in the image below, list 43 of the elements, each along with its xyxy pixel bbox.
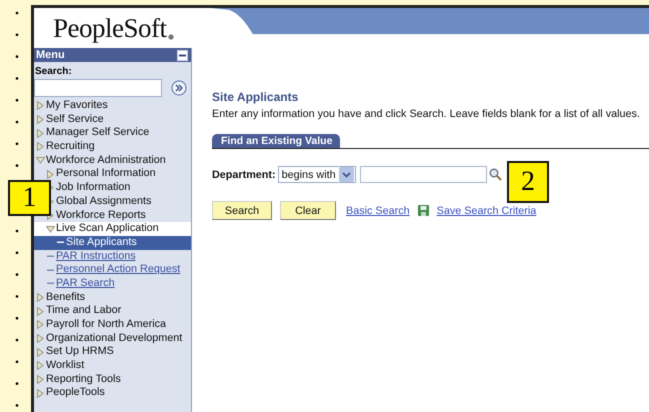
menu-item[interactable]: Time and Labor [34,304,191,318]
instructions-text: Enter any information you have and click Search. Leave fields blank for a list of all values. [212,108,641,120]
menu-item[interactable]: Benefits [34,290,191,304]
search-tab[interactable]: Find an Existing Value [212,134,340,148]
search-label: Search: [34,65,73,77]
collapse-icon[interactable] [177,50,188,60]
department-field[interactable] [360,166,487,183]
menu-link[interactable]: PAR Search [34,276,191,291]
menu-link[interactable]: Site Applicants [34,236,191,250]
menu-link[interactable]: PAR Instructions [34,250,191,264]
basic-search-link[interactable]: Basic Search [346,204,410,216]
clear-button[interactable]: Clear [280,201,336,220]
menu-item[interactable]: Payroll for North America [34,318,191,332]
callout-tooltip: 1 [8,180,51,216]
department-label: Department: [212,168,276,180]
menu-search-field[interactable] [34,79,162,97]
menu-item[interactable]: Manager Self Service [34,126,191,140]
menu-item[interactable]: Organizational Development [34,332,191,346]
go-icon[interactable] [171,80,187,96]
menu-item[interactable]: Workforce Administration [34,154,191,168]
menu-item[interactable]: My Favorites [34,99,191,113]
menu-item[interactable]: PeopleTools [34,386,191,400]
menu-item[interactable]: Personal Information [34,167,191,182]
search-icon[interactable] [488,168,502,181]
menu-link[interactable]: Personnel Action Request [34,263,191,277]
dash-icon [46,268,55,272]
registered-icon [168,34,174,40]
menu-item[interactable]: Reporting Tools [34,372,191,386]
menu-item[interactable]: Live Scan Application [34,222,191,236]
dash-icon [46,282,55,286]
menu-item[interactable]: Set Up HRMS [34,345,191,360]
menu-item[interactable]: Self Service [34,112,191,126]
save-search-criteria-link[interactable]: Save Search Criteria [436,204,536,216]
menu-item[interactable]: Recruiting [34,140,191,154]
search-button[interactable]: Search [212,201,272,220]
peoplesoft-logo: PeopleSoft [53,15,166,42]
dash-icon [56,241,65,244]
menu-title: Menu [36,49,65,61]
menu-item[interactable]: Worklist [34,359,191,373]
page-title: Site Applicants [212,90,300,104]
callout-tooltip: 2 [507,161,549,203]
operator-dropdown[interactable]: begins with [278,166,356,183]
dash-icon [46,254,55,258]
